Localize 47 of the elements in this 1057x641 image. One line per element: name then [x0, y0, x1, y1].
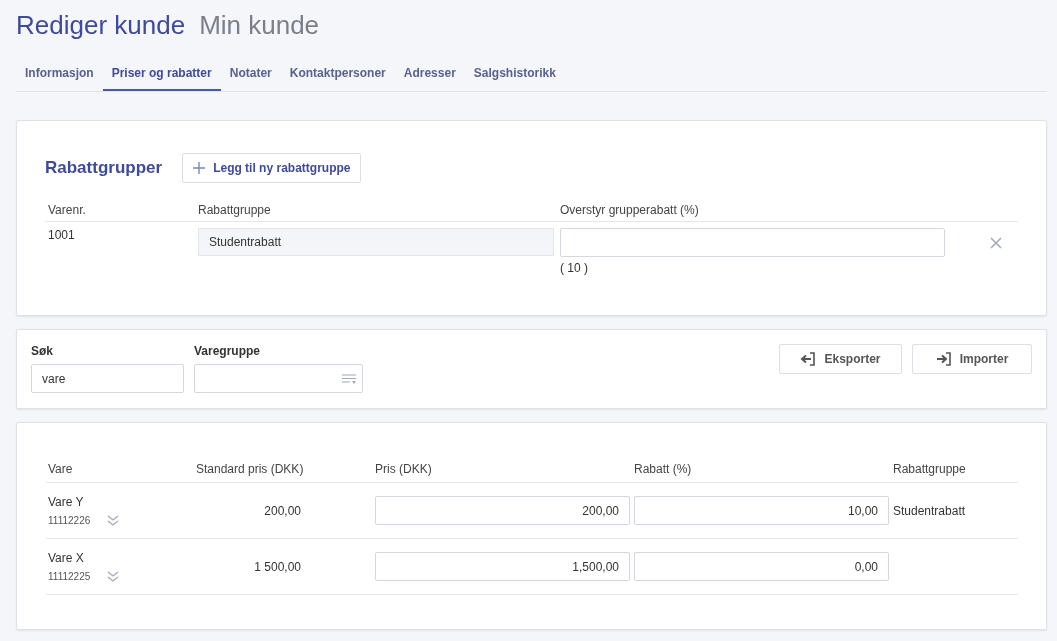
table-cell-text: 1 500,00 [253, 559, 302, 574]
product-name: Vare X [48, 551, 85, 565]
tab[interactable]: Informasjon [16, 60, 103, 91]
tab[interactable]: Notater [220, 60, 281, 91]
tab[interactable]: Adresser [394, 60, 465, 91]
search-field[interactable]: vare [31, 364, 184, 393]
default-discount: ( 10 ) [560, 261, 589, 275]
column-header: Varenr. [48, 203, 87, 217]
group-select[interactable] [194, 364, 363, 393]
product-name: Vare Y [48, 495, 85, 509]
import-icon [935, 352, 952, 366]
export-icon [800, 352, 817, 366]
discount-field[interactable]: 10,00 [634, 496, 889, 525]
column-header: Overstyr grupperabatt (%) [560, 203, 700, 217]
tab[interactable]: Priser og rabatter [102, 60, 221, 91]
group-field: Studentrabatt [198, 228, 554, 256]
section-title: Rabattgrupper [45, 158, 163, 178]
double-chevron-icon [107, 571, 120, 582]
field-label: Søk [31, 344, 54, 358]
tab[interactable]: Salgshistorikk [464, 60, 565, 91]
column-header: Pris (DKK) [375, 462, 433, 476]
column-header: Rabattgruppe [198, 203, 272, 217]
price-field[interactable]: 1,500,00 [375, 552, 630, 581]
export-button[interactable]: Eksporter [779, 344, 902, 374]
tab[interactable]: Kontaktpersoner [280, 60, 395, 91]
list-icon [342, 373, 356, 384]
close-button[interactable] [989, 236, 1003, 250]
discount-field[interactable]: 0,00 [634, 552, 889, 581]
table-cell-text: 1001 [48, 228, 76, 244]
page-title: Rediger kunde [16, 10, 186, 41]
double-chevron-icon [107, 515, 120, 526]
column-header: Standard pris (DKK) [196, 462, 305, 476]
plus-icon [193, 162, 206, 174]
product-number: 11112225 [48, 571, 91, 582]
product-number: 11112226 [48, 515, 91, 526]
add-group-button[interactable]: Legg til ny rabattgruppe [182, 153, 362, 183]
field-label: Varegruppe [194, 344, 262, 358]
column-header: Rabatt (%) [634, 462, 693, 476]
import-button[interactable]: Importer [912, 344, 1032, 374]
column-header: Vare [48, 462, 74, 476]
override-field[interactable] [560, 228, 945, 257]
table-cell-text: 200,00 [263, 503, 302, 518]
customer-name: Min kunde [199, 10, 320, 41]
price-field[interactable]: 200,00 [375, 496, 630, 525]
column-header: Rabattgruppe [893, 462, 967, 476]
table-cell-text: Studentrabatt [893, 503, 967, 518]
close-icon [990, 237, 1002, 249]
